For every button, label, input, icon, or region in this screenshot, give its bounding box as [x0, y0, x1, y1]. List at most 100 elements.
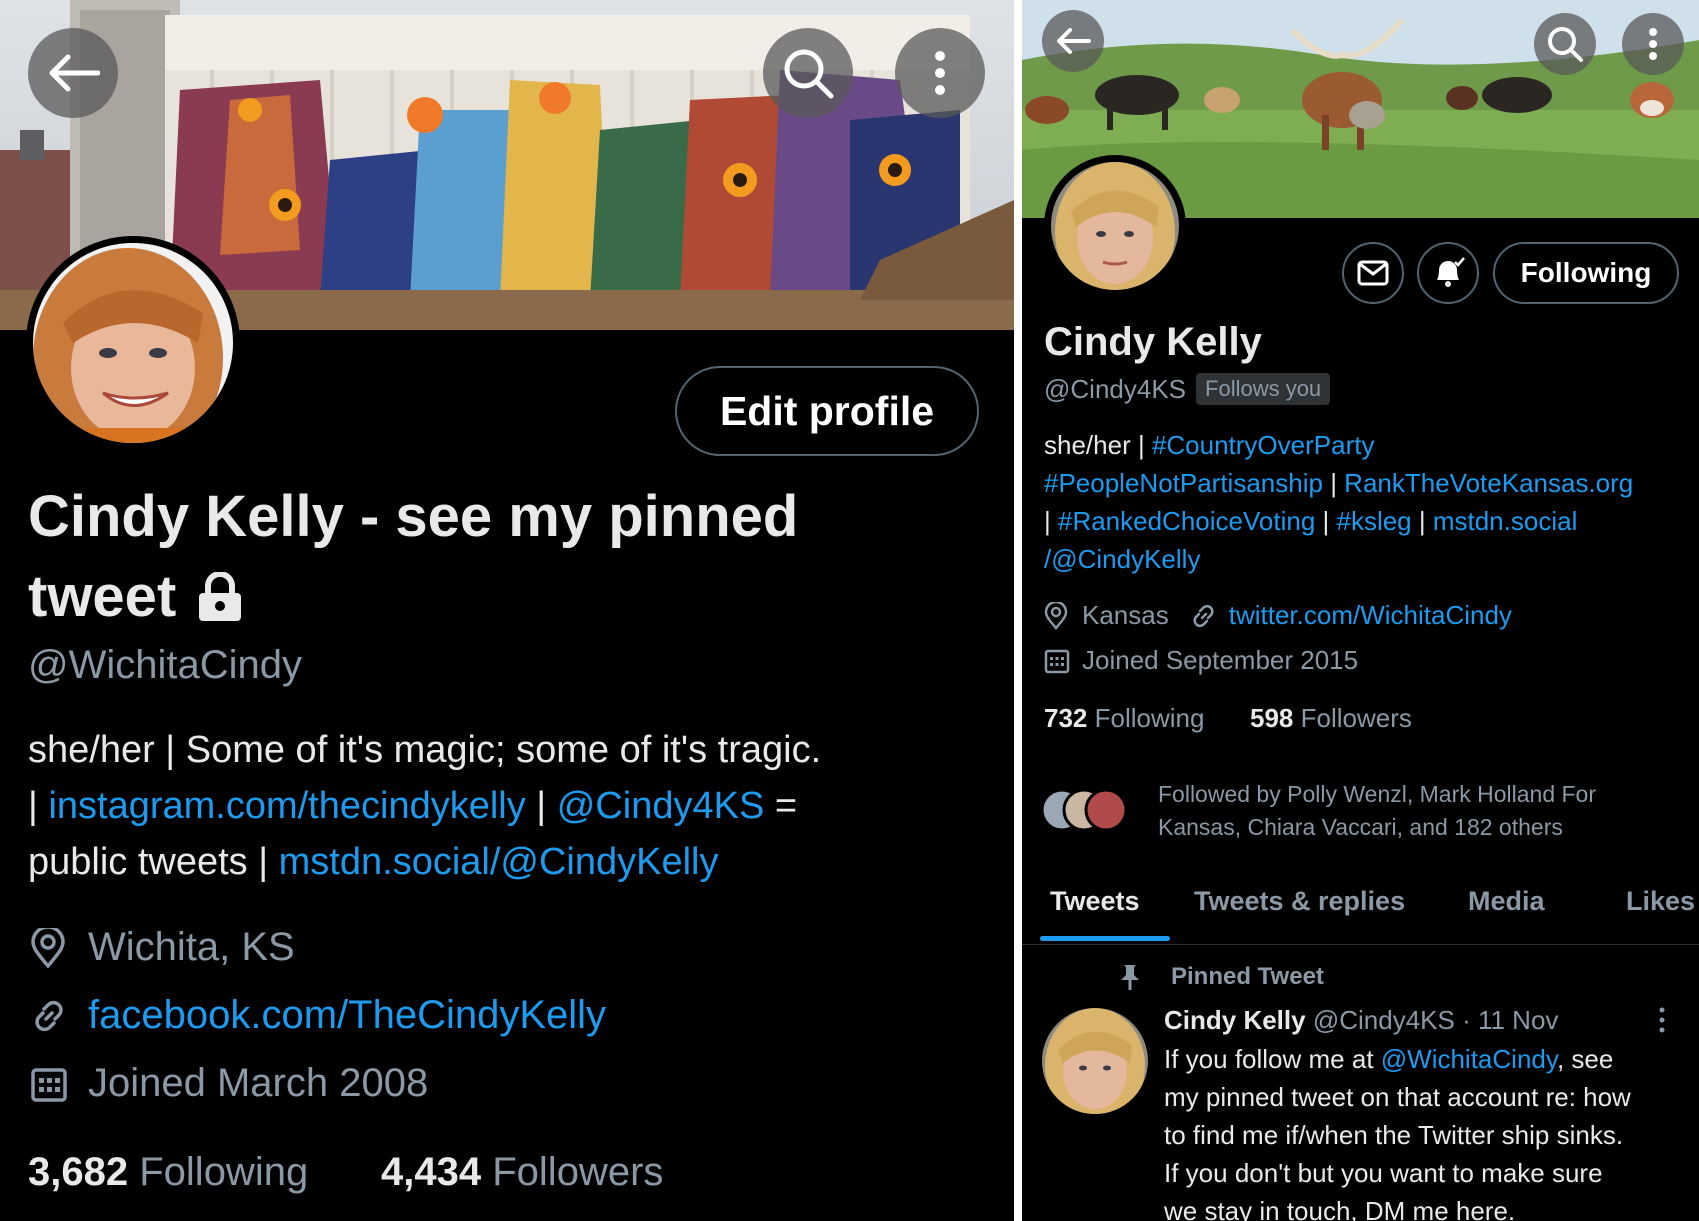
active-tab-indicator [1040, 936, 1170, 941]
notifications-button[interactable] [1417, 242, 1479, 304]
back-button[interactable] [28, 28, 118, 118]
hashtag-rankedchoicevoting[interactable]: #RankedChoiceVoting [1058, 506, 1315, 536]
location-row: Wichita, KS [30, 925, 295, 970]
hashtag-peoplenotpartisanship[interactable]: #PeopleNotPartisanship [1044, 468, 1323, 498]
left-profile-screen: Edit profile Cindy Kelly - see my pinned… [0, 0, 1014, 1221]
back-arrow-icon [49, 54, 100, 92]
bio-line-3: | #RankedChoiceVoting | #ksleg | mstdn.s… [1044, 506, 1577, 537]
bio-line-4: /@CindyKelly [1044, 544, 1200, 575]
display-name: Cindy Kelly [1044, 320, 1262, 364]
wichitacindy-mention-link[interactable]: @WichitaCindy [1381, 1044, 1557, 1074]
followed-by-text: Kansas, Chiara Vaccari, and 182 others [1158, 814, 1563, 840]
following-stat[interactable]: 3,682 Following [28, 1150, 308, 1195]
tweet-line: we stay in touch, DM me here. [1164, 1196, 1516, 1221]
more-options-button[interactable] [1622, 13, 1684, 75]
back-arrow-icon [1057, 28, 1091, 54]
mastodon-link-tail[interactable]: /@CindyKelly [1044, 544, 1200, 574]
pinned-label-row: Pinned Tweet [1117, 963, 1324, 991]
bio-line-1: she/her | #CountryOverParty [1044, 430, 1374, 461]
message-button[interactable] [1342, 242, 1404, 304]
search-button[interactable] [763, 28, 853, 118]
display-name-line-2: tweet [28, 563, 244, 630]
link-icon [35, 1000, 63, 1031]
bio-separator: | [1315, 506, 1337, 536]
followers-stat[interactable]: 4,434 Followers [381, 1150, 663, 1195]
tab-media[interactable]: Media [1468, 886, 1545, 917]
bio-line-3: public tweets | mstdn.social/@CindyKelly [28, 841, 719, 884]
calendar-icon [1044, 649, 1070, 673]
website-link[interactable]: twitter.com/WichitaCindy [1229, 600, 1512, 631]
more-options-button[interactable] [895, 28, 985, 118]
bio-separator: | [1411, 506, 1433, 536]
bio-line-2: #PeopleNotPartisanship | RankTheVoteKans… [1044, 468, 1633, 499]
bio-separator: | [28, 785, 49, 827]
profile-avatar[interactable] [1044, 155, 1186, 297]
following-label: Following [139, 1150, 309, 1194]
mastodon-link[interactable]: mstdn.social [1433, 506, 1578, 536]
location-pin-icon [31, 927, 65, 968]
followers-label: Followers [492, 1150, 664, 1194]
search-icon [1548, 27, 1583, 62]
tweet-line: If you don't but you want to make sure [1164, 1158, 1603, 1188]
followers-label: Followers [1300, 703, 1412, 733]
pinned-label: Pinned Tweet [1171, 963, 1324, 990]
followed-by-text: Followed by Polly Wenzl, Mark Holland Fo… [1158, 781, 1597, 807]
following-button[interactable]: Following [1493, 242, 1679, 304]
followers-stat[interactable]: 598 Followers [1250, 703, 1412, 734]
link-icon [1193, 604, 1214, 627]
tab-tweets-replies[interactable]: Tweets & replies [1194, 886, 1405, 917]
followers-count: 4,434 [381, 1150, 482, 1194]
tweet-line: my pinned tweet on that account re: how [1164, 1082, 1631, 1112]
handle-row: @Cindy4KS Follows you [1044, 373, 1331, 405]
back-button[interactable] [1042, 10, 1104, 72]
tab-likes[interactable]: Likes [1626, 886, 1695, 917]
hashtag-ksleg[interactable]: #ksleg [1336, 506, 1411, 536]
location-text: Wichita, KS [88, 925, 295, 969]
joined-text: Joined September 2015 [1082, 645, 1359, 675]
follows-you-badge: Follows you [1196, 373, 1331, 405]
tabs-divider [1022, 944, 1699, 945]
right-profile-screen: Following Cindy Kelly @Cindy4KS Follows … [1022, 0, 1699, 1221]
joined-row: Joined March 2008 [30, 1061, 428, 1106]
bio-text: public tweets | [28, 841, 279, 883]
joined-row: Joined September 2015 [1044, 645, 1358, 676]
bio-text: she/her | [1044, 430, 1152, 460]
tab-tweets[interactable]: Tweets [1050, 886, 1140, 917]
location-row: Kansas twitter.com/WichitaCindy [1044, 600, 1512, 631]
cindy4ks-mention-link[interactable]: @Cindy4KS [557, 785, 765, 827]
edit-profile-button[interactable]: Edit profile [675, 366, 979, 456]
display-name-tail: tweet [28, 564, 177, 629]
tweet-author-name[interactable]: Cindy Kelly [1164, 1005, 1306, 1035]
calendar-icon [31, 1067, 67, 1102]
follower-avatars [1040, 788, 1128, 832]
tweet-text: If you follow me at [1164, 1044, 1381, 1074]
search-button[interactable] [1534, 13, 1596, 75]
pin-icon [1121, 965, 1139, 990]
bio-separator: | [525, 785, 557, 827]
search-icon [784, 49, 834, 99]
avatar-photo [33, 243, 233, 443]
tweet-more-icon[interactable] [1658, 1007, 1666, 1033]
tweet-line: If you follow me at @WichitaCindy, see [1164, 1040, 1631, 1078]
tweet-time: · 11 Nov [1462, 1005, 1559, 1035]
bell-plus-icon [1437, 257, 1465, 287]
more-vertical-icon [935, 51, 945, 95]
following-stat[interactable]: 732 Following [1044, 703, 1204, 734]
tweet-header: Cindy Kelly @Cindy4KS · 11 Nov [1164, 1005, 1558, 1036]
mastodon-link[interactable]: mstdn.social/@CindyKelly [279, 841, 719, 883]
bio-line-1: she/her | Some of it's magic; some of it… [28, 729, 822, 771]
profile-avatar[interactable] [26, 236, 240, 450]
instagram-link[interactable]: instagram.com/thecindykelly [48, 785, 525, 827]
tweet-author-avatar[interactable] [1042, 1008, 1148, 1114]
hashtag-countryoverparty[interactable]: #CountryOverParty [1152, 430, 1375, 460]
bio-line-2: | instagram.com/thecindykelly | @Cindy4K… [28, 785, 797, 828]
handle: @Cindy4KS [1044, 373, 1187, 404]
joined-text: Joined March 2008 [88, 1061, 429, 1105]
tweet-text: , see [1556, 1044, 1614, 1074]
tweet-body: If you follow me at @WichitaCindy, see m… [1164, 1040, 1631, 1221]
handle: @WichitaCindy [28, 643, 303, 687]
rankthevotekansas-link[interactable]: RankTheVoteKansas.org [1344, 468, 1633, 498]
website-link[interactable]: facebook.com/TheCindyKelly [88, 993, 606, 1038]
location-pin-icon [1044, 601, 1068, 630]
bio-text: = [764, 785, 798, 827]
